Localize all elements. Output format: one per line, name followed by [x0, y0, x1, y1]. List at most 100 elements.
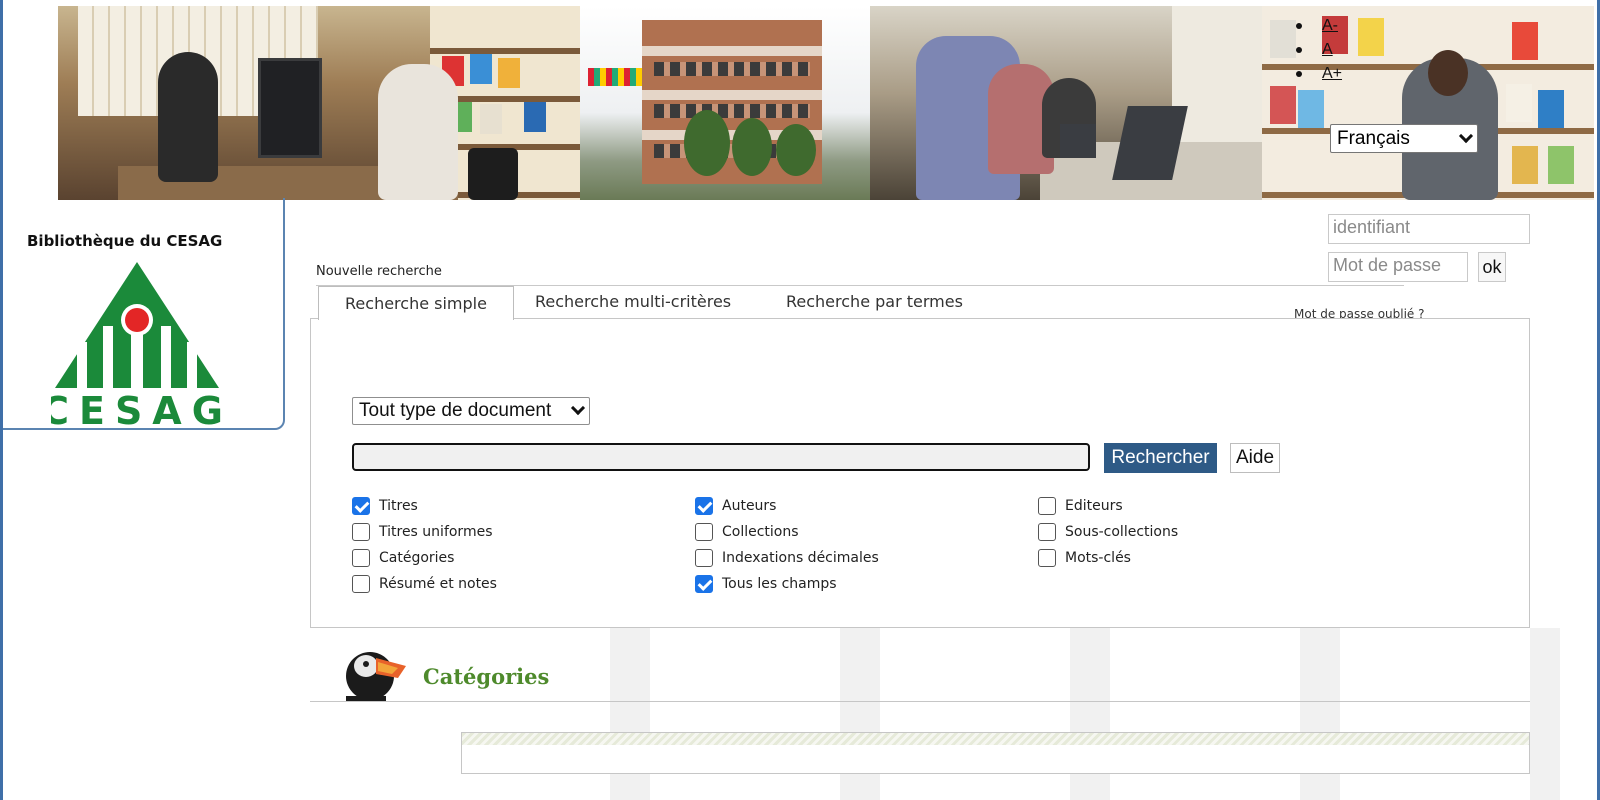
building-band: [642, 90, 822, 100]
checkbox[interactable]: [352, 575, 370, 593]
cesag-logo[interactable]: CESAG: [51, 256, 237, 430]
library-name: Bibliothèque du CESAG: [27, 232, 223, 250]
checkbox-label: Auteurs: [722, 498, 777, 514]
checkbox[interactable]: [352, 497, 370, 515]
search-button[interactable]: Rechercher: [1104, 443, 1217, 473]
checkbox-label: Collections: [722, 524, 799, 540]
banner-photo-building: [580, 6, 870, 200]
checkbox-label: Tous les champs: [722, 576, 837, 592]
field-decimal-indexing[interactable]: Indexations décimales: [695, 549, 879, 567]
checkbox-label: Titres: [379, 498, 418, 514]
checkbox[interactable]: [695, 549, 713, 567]
field-titles[interactable]: Titres: [352, 497, 418, 515]
font-smaller-link[interactable]: A-: [1322, 17, 1338, 35]
field-categories[interactable]: Catégories: [352, 549, 454, 567]
checkbox[interactable]: [352, 549, 370, 567]
tree: [732, 118, 772, 176]
magazine: [1270, 86, 1296, 124]
checkbox[interactable]: [695, 497, 713, 515]
magazine: [1538, 90, 1564, 128]
magazine: [1548, 146, 1574, 184]
person: [378, 64, 458, 200]
username-field[interactable]: identifiant: [1328, 214, 1530, 244]
checkbox-label: Editeurs: [1065, 498, 1123, 514]
magazine: [1512, 22, 1538, 60]
header-banner: [58, 6, 1594, 200]
chevron-down-icon: [570, 400, 586, 416]
document-type-value: Tout type de document: [359, 400, 552, 421]
building-windows: [654, 62, 810, 76]
bullet-icon: [1296, 47, 1302, 53]
tab-multi-criteria-search[interactable]: Recherche multi-critères: [535, 292, 731, 311]
tree: [776, 124, 816, 176]
building-band: [642, 46, 822, 56]
tab-term-search[interactable]: Recherche par termes: [786, 292, 963, 311]
bullet-icon: [1296, 71, 1302, 77]
checkbox-label: Catégories: [379, 550, 455, 566]
magazine: [1298, 90, 1324, 128]
checkbox-label: Sous-collections: [1065, 524, 1179, 540]
categories-list: [461, 732, 1530, 774]
checkbox[interactable]: [352, 523, 370, 541]
categories-divider: [310, 701, 1530, 702]
laptop: [1060, 124, 1096, 158]
checkbox[interactable]: [695, 575, 713, 593]
checkbox-label: Indexations décimales: [722, 550, 879, 566]
search-input[interactable]: [352, 443, 1090, 471]
tab-label: Recherche simple: [345, 294, 487, 313]
new-search-link[interactable]: Nouvelle recherche: [316, 264, 442, 279]
font-size-item: A-: [1296, 14, 1342, 38]
checkbox-label: Résumé et notes: [379, 576, 497, 592]
field-uniform-titles[interactable]: Titres uniformes: [352, 523, 493, 541]
language-select-value: Français: [1337, 127, 1410, 149]
checkbox[interactable]: [1038, 523, 1056, 541]
categories-title: Catégories: [423, 664, 550, 689]
magazine: [1506, 84, 1532, 122]
checkbox-label: Mots-clés: [1065, 550, 1131, 566]
magazine: [1358, 18, 1384, 56]
field-keywords[interactable]: Mots-clés: [1038, 549, 1131, 567]
tab-simple-search[interactable]: Recherche simple: [318, 286, 514, 320]
puffin-icon: [346, 652, 406, 702]
checkbox[interactable]: [1038, 549, 1056, 567]
field-all-fields[interactable]: Tous les champs: [695, 575, 837, 593]
person: [158, 52, 218, 182]
magazine: [498, 58, 520, 88]
help-button[interactable]: Aide: [1230, 443, 1280, 473]
banner-photo-computer-room: [870, 6, 1262, 200]
background-watermark: [500, 628, 1560, 800]
building-windows: [654, 104, 810, 118]
font-size-item: A: [1296, 38, 1342, 62]
banner-photo-reading-room: [58, 6, 580, 200]
field-publishers[interactable]: Editeurs: [1038, 497, 1123, 515]
field-sub-collections[interactable]: Sous-collections: [1038, 523, 1178, 541]
font-size-controls: A- A A+: [1296, 14, 1342, 86]
font-default-link[interactable]: A: [1322, 41, 1333, 59]
field-collections[interactable]: Collections: [695, 523, 799, 541]
font-size-item: A+: [1296, 62, 1342, 86]
login-submit-button[interactable]: ok: [1478, 252, 1506, 282]
document-type-select[interactable]: Tout type de document: [352, 397, 590, 425]
cesag-logo-text: CESAG: [51, 389, 233, 430]
magazine: [524, 102, 546, 132]
language-select[interactable]: Français: [1330, 124, 1478, 153]
library-logo-box: Bibliothèque du CESAG CESAG: [3, 198, 285, 430]
checkbox[interactable]: [1038, 497, 1056, 515]
person-head: [1428, 50, 1468, 96]
field-authors[interactable]: Auteurs: [695, 497, 776, 515]
chevron-down-icon: [1458, 128, 1474, 143]
magazine: [480, 104, 502, 134]
computer-monitor: [258, 58, 322, 158]
password-field[interactable]: Mot de passe: [1328, 252, 1468, 282]
checkbox[interactable]: [695, 523, 713, 541]
magazine: [1512, 146, 1538, 184]
font-larger-link[interactable]: A+: [1322, 65, 1342, 83]
tree: [684, 110, 730, 176]
field-abstract-notes[interactable]: Résumé et notes: [352, 575, 497, 593]
magazine: [1270, 20, 1296, 58]
checkbox-label: Titres uniformes: [379, 524, 493, 540]
magazine: [470, 54, 492, 84]
chair: [468, 148, 518, 200]
bullet-icon: [1296, 23, 1302, 29]
categories-header-stripe: [462, 733, 1529, 745]
